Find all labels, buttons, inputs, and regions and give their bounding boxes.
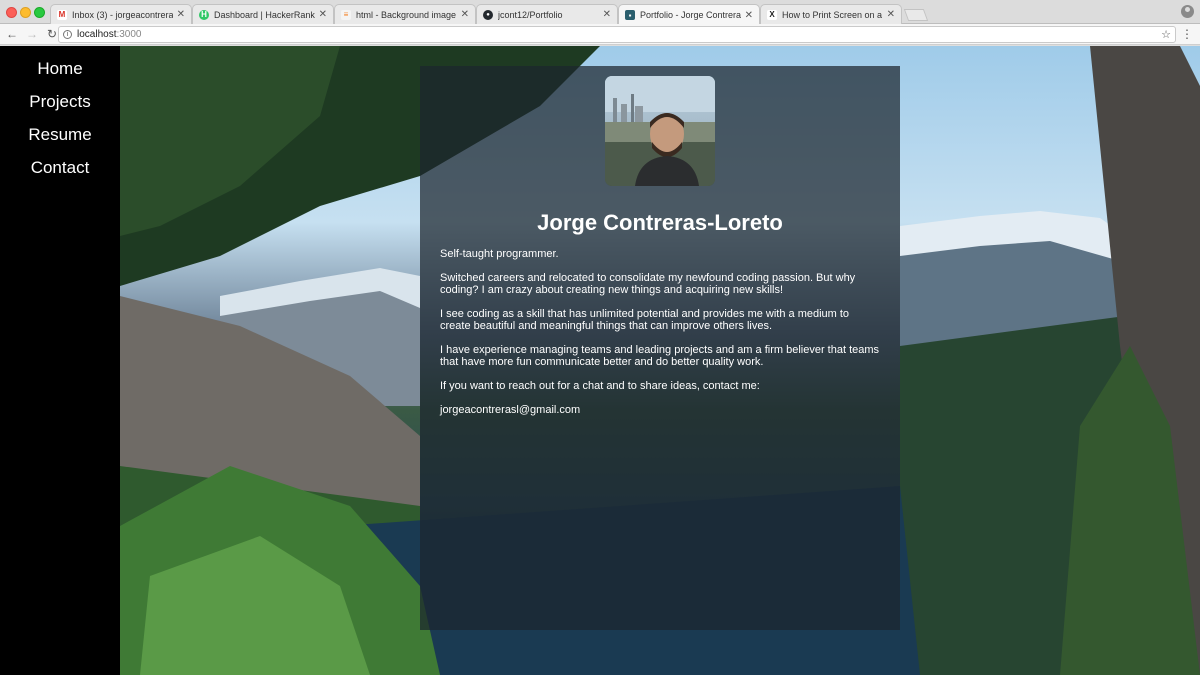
bio-paragraph: Self-taught programmer. [440,248,559,260]
tab-title: How to Print Screen on a Mac [782,9,883,20]
x-site-icon: X [767,9,777,20]
tab-gmail[interactable]: M Inbox (3) - jorgeacontrerasl@g ✕ [50,4,192,24]
profile-icon[interactable] [1181,5,1194,18]
contact-email[interactable]: jorgeacontrerasl@gmail.com [440,404,880,416]
avatar [605,76,715,186]
close-window-button[interactable] [6,7,17,18]
nav-link-home[interactable]: Home [0,58,120,91]
sidebar-nav: Home Projects Resume Contact [0,46,120,675]
tab-portfolio[interactable]: ▪ Portfolio - Jorge Contreras-Lo ✕ [618,4,760,25]
portfolio-icon: ▪ [625,10,635,20]
nav-link-resume[interactable]: Resume [0,124,120,157]
bio-paragraph: If you want to reach out for a chat and … [440,380,760,392]
tab-hackerrank[interactable]: H Dashboard | HackerRank ✕ [192,4,334,24]
forward-arrow-icon[interactable]: → [24,26,40,42]
address-host: localhost [77,29,117,40]
tab-title: html - Background image does [356,9,457,20]
tab-title: Dashboard | HackerRank [214,9,315,20]
gmail-icon: M [57,9,67,20]
close-icon[interactable]: ✕ [745,10,753,21]
back-arrow-icon[interactable]: ← [4,26,20,42]
close-icon[interactable]: ✕ [461,9,469,20]
close-icon[interactable]: ✕ [177,9,185,20]
new-tab-button[interactable] [903,9,929,21]
github-icon: ● [483,9,493,20]
bio-paragraph: Switched careers and relocated to consol… [440,272,856,296]
info-icon[interactable]: i [63,30,72,39]
bio-paragraph: I have experience managing teams and lea… [440,344,880,368]
profile-name: Jorge Contreras-Loreto [537,210,783,235]
tab-stackoverflow[interactable]: ≡ html - Background image does ✕ [334,4,476,24]
avatar-photo [605,76,715,186]
profile-card: Jorge Contreras-Loreto Self-taught progr… [420,66,900,630]
stackoverflow-icon: ≡ [341,9,351,20]
tab-title: jcont12/Portfolio [498,9,563,20]
bookmark-star-icon[interactable]: ☆ [1161,28,1171,41]
nav-link-projects[interactable]: Projects [0,91,120,124]
bio-paragraph: I see coding as a skill that has unlimit… [440,308,850,332]
tab-title: Inbox (3) - jorgeacontrerasl@g [72,9,173,20]
address-port: :3000 [116,29,142,40]
tab-github[interactable]: ● jcont12/Portfolio ✕ [476,4,618,24]
tab-print-screen[interactable]: X How to Print Screen on a Mac ✕ [760,4,902,24]
close-icon[interactable]: ✕ [319,9,327,20]
tab-strip: M Inbox (3) - jorgeacontrerasl@g ✕ H Das… [0,0,1200,25]
hackerrank-icon: H [199,9,209,20]
minimize-window-button[interactable] [20,7,31,18]
close-icon[interactable]: ✕ [603,9,611,20]
address-bar[interactable]: i localhost:3000 ☆ [58,26,1176,43]
page-viewport: Home Projects Resume Contact Jorge Contr… [0,46,1200,675]
maximize-window-button[interactable] [34,7,45,18]
menu-icon[interactable]: ⋮ [1181,27,1193,41]
bio-text: Self-taught programmer. Switched careers… [440,248,880,428]
tab-title: Portfolio - Jorge Contreras-Lo [640,10,741,20]
nav-link-contact[interactable]: Contact [0,157,120,190]
close-icon[interactable]: ✕ [887,9,895,20]
browser-toolbar: ← → ↻ i localhost:3000 ☆ ⋮ [0,24,1200,45]
